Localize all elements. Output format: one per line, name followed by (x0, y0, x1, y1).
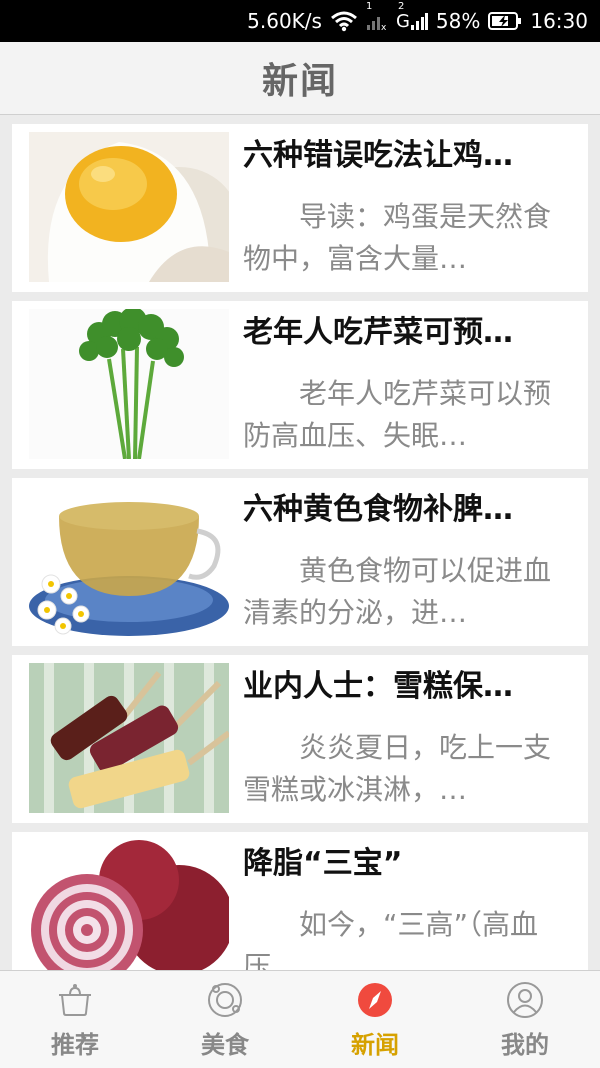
sim2-label: 2 (397, 0, 405, 12)
tab-mine[interactable]: 我的 (450, 971, 600, 1068)
page-title: 新闻 (261, 61, 338, 102)
user-icon (507, 982, 543, 1018)
news-title: 业内人士：雪糕保… (243, 669, 513, 704)
news-summary: 老年人吃芹菜可以预防高血压、失眠… (243, 377, 552, 452)
news-list[interactable]: 六种错误吃法让鸡… 导读：鸡蛋是天然食物中，富含大量… 老年人吃芹菜可预… 老年… (12, 124, 588, 970)
news-summary: 导读：鸡蛋是天然食物中，富含大量… (243, 200, 552, 275)
wifi-icon (330, 10, 358, 32)
title-bar: 新闻 (0, 42, 600, 115)
news-thumbnail-onion (29, 840, 229, 970)
news-thumbnail-celery (29, 309, 229, 459)
news-item[interactable]: 降脂“三宝” 如今，“三高”（高血压、… (12, 832, 588, 970)
tab-label: 我的 (501, 1031, 549, 1059)
status-bar: 5.60K/s 1 x 2 G 58% 16:30 (0, 0, 600, 42)
clock: 16:30 (530, 9, 588, 33)
network-speed: 5.60K/s (247, 9, 322, 33)
news-item[interactable]: 六种错误吃法让鸡… 导读：鸡蛋是天然食物中，富含大量… (12, 124, 588, 292)
news-item[interactable]: 六种黄色食物补脾… 黄色食物可以促进血清素的分泌，进… (12, 478, 588, 646)
news-title: 老年人吃芹菜可预… (243, 315, 513, 350)
news-thumbnail-egg (29, 132, 229, 282)
food-plate-icon (208, 983, 242, 1017)
news-title: 六种错误吃法让鸡… (243, 138, 513, 173)
news-thumbnail-ice-pops (29, 663, 229, 813)
battery-percent: 58% (435, 9, 481, 33)
compass-icon (358, 983, 392, 1017)
sim1-label: 1 (365, 1, 373, 12)
tab-label: 新闻 (351, 1031, 399, 1059)
bottom-nav: 推荐 美食 新闻 我的 (0, 970, 600, 1068)
news-item[interactable]: 老年人吃芹菜可预… 老年人吃芹菜可以预防高血压、失眠… (12, 301, 588, 469)
tab-food[interactable]: 美食 (150, 971, 300, 1068)
svg-text:x: x (381, 23, 387, 31)
network-type: G (395, 10, 410, 32)
tab-label: 美食 (201, 1031, 249, 1059)
news-item[interactable]: 业内人士：雪糕保… 炎炎夏日，吃上一支雪糕或冰淇淋，… (12, 655, 588, 823)
news-summary: 如今，“三高”（高血压、… (243, 908, 539, 970)
news-summary: 炎炎夏日，吃上一支雪糕或冰淇淋，… (243, 731, 552, 806)
sim2-signal-icon: 2 G (395, 1, 428, 32)
news-summary: 黄色食物可以促进血清素的分泌，进… (243, 554, 552, 629)
tab-news[interactable]: 新闻 (300, 971, 450, 1068)
news-title: 六种黄色食物补脾… (243, 492, 513, 527)
pot-icon (59, 984, 91, 1016)
sim1-signal-icon: 1 x (366, 1, 388, 31)
news-thumbnail-tea (29, 486, 229, 636)
tab-recommend[interactable]: 推荐 (0, 971, 150, 1068)
battery-icon (488, 11, 522, 31)
news-title: 降脂“三宝” (243, 846, 403, 881)
tab-label: 推荐 (51, 1031, 99, 1059)
